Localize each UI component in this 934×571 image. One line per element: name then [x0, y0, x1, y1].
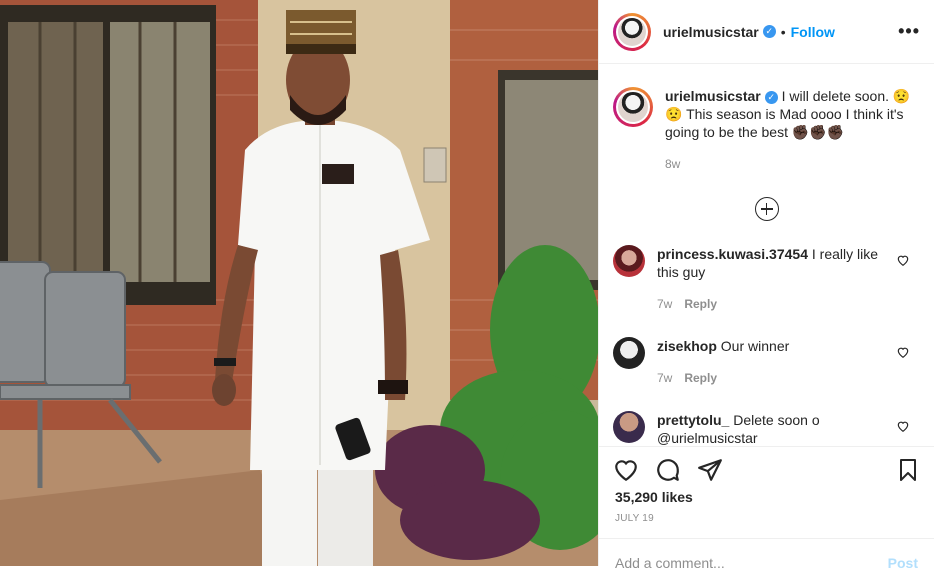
likes-count[interactable]: 35,290 likes: [599, 483, 934, 505]
more-options-icon[interactable]: •••: [898, 21, 920, 42]
author-username[interactable]: urielmusicstar: [663, 24, 759, 40]
comment-bubble-icon[interactable]: [655, 457, 681, 483]
load-more-comments-icon[interactable]: [754, 197, 779, 221]
like-comment-heart-icon[interactable]: [896, 419, 910, 433]
comment-username[interactable]: zisekhop: [657, 338, 717, 354]
reply-button[interactable]: Reply: [684, 371, 717, 385]
caption-username[interactable]: urielmusicstar: [665, 88, 761, 104]
comment-item: zisekhop Our winner 7w Reply: [599, 337, 934, 387]
comment-body: zisekhop Our winner 7w Reply: [657, 337, 887, 387]
post-comment-button[interactable]: Post: [888, 555, 918, 571]
comment-meta: 7w Reply: [657, 295, 887, 313]
comment-text: Our winner: [720, 338, 790, 354]
comment-age: 7w: [657, 297, 673, 311]
comment-username[interactable]: princess.kuwasi.37454: [657, 246, 808, 262]
verified-badge-icon: ✓: [764, 90, 778, 104]
post-sidebar: urielmusicstar ✓ • Follow ••• urielmusic…: [598, 0, 934, 571]
like-heart-icon[interactable]: [613, 457, 639, 483]
comment-body: princess.kuwasi.37454 I really like this…: [657, 245, 887, 313]
add-comment-bar: Add a comment... Post: [599, 538, 934, 571]
comment-meta: 7w Reply: [657, 369, 887, 387]
post-image[interactable]: [0, 0, 598, 566]
caption: urielmusicstar ✓ I will delete soon. 😟😟 T…: [599, 65, 934, 173]
comment-body: prettytolu_ Delete soon o @urielmusicsta…: [657, 411, 887, 445]
comment-item: prettytolu_ Delete soon o @urielmusicsta…: [599, 411, 934, 445]
caption-avatar[interactable]: [613, 87, 653, 127]
caption-age: 8w: [665, 157, 681, 171]
commenter-avatar[interactable]: [613, 411, 645, 443]
commenter-avatar[interactable]: [613, 337, 645, 369]
comment-username[interactable]: prettytolu_: [657, 412, 729, 428]
comment-item: princess.kuwasi.37454 I really like this…: [599, 245, 934, 313]
caption-meta: 8w: [665, 155, 920, 173]
author-avatar[interactable]: [613, 12, 651, 51]
post-date: JULY 19: [615, 513, 654, 524]
reply-button[interactable]: Reply: [684, 297, 717, 311]
post-header: urielmusicstar ✓ • Follow •••: [599, 0, 934, 64]
post-photo-illustration: [0, 0, 598, 566]
comment-age: 7w: [657, 371, 673, 385]
like-comment-heart-icon[interactable]: [896, 345, 910, 359]
caption-body: urielmusicstar ✓ I will delete soon. 😟😟 T…: [665, 87, 920, 173]
action-icons: [599, 447, 934, 483]
verified-badge-icon: ✓: [762, 25, 776, 38]
add-comment-input[interactable]: Add a comment...: [615, 555, 725, 571]
post-dialog: urielmusicstar ✓ • Follow ••• urielmusic…: [0, 0, 934, 571]
follow-button[interactable]: Follow: [791, 24, 835, 40]
comments-list[interactable]: urielmusicstar ✓ I will delete soon. 😟😟 T…: [599, 65, 934, 445]
like-comment-heart-icon[interactable]: [896, 253, 910, 267]
commenter-avatar[interactable]: [613, 245, 645, 277]
save-bookmark-icon[interactable]: [896, 457, 920, 483]
post-actions: 35,290 likes JULY 19: [599, 446, 934, 547]
header-separator: •: [780, 23, 786, 40]
share-paper-plane-icon[interactable]: [697, 457, 723, 483]
